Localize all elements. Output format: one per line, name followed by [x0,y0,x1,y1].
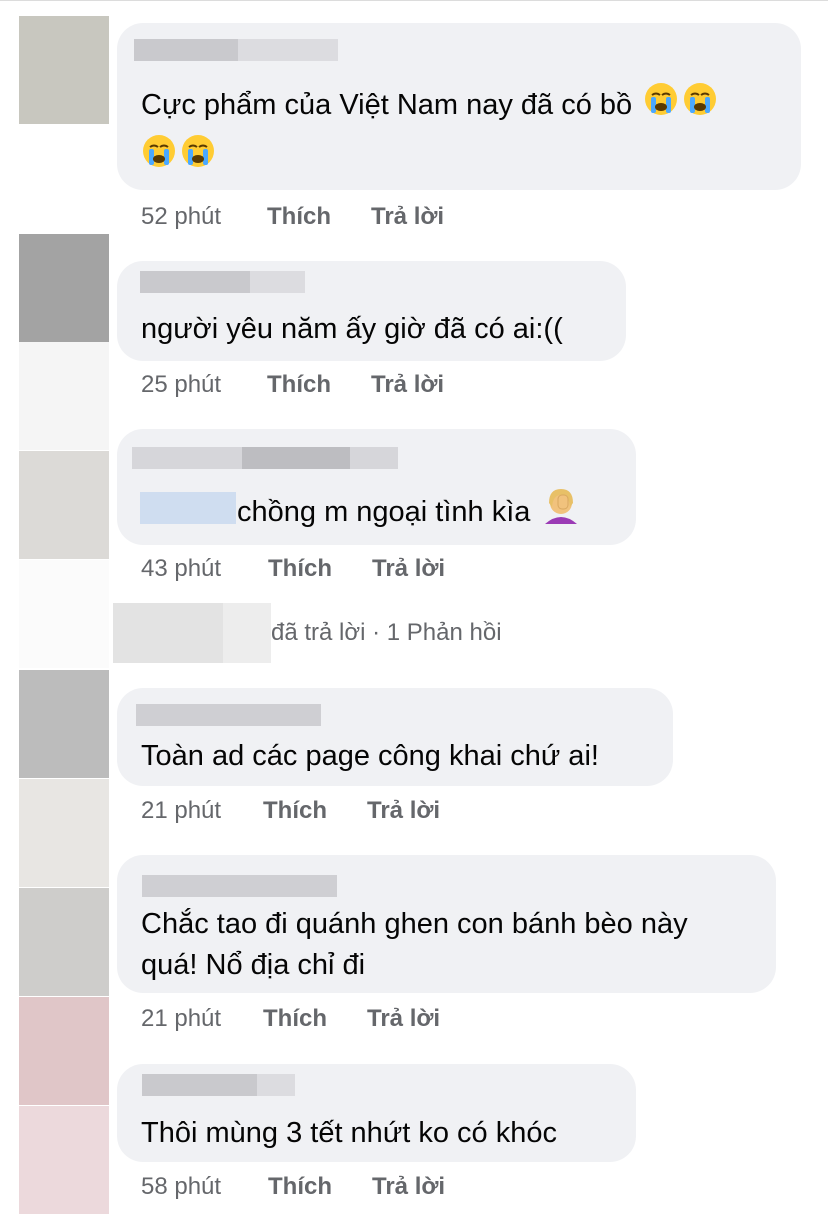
comment-timestamp[interactable]: 25 phút [141,367,221,403]
comment-actions: 43 phút Thích Trả lời [141,551,541,587]
comment-timestamp[interactable]: 21 phút [141,793,221,829]
avatar [19,779,109,887]
comment-actions: 25 phút Thích Trả lời [141,367,541,403]
avatar[interactable] [19,670,109,778]
avatar[interactable] [19,451,109,559]
crying-face-icon [643,81,679,132]
commenter-name-redacted[interactable] [142,875,337,897]
comment-text: Thôi mùng 3 tết nhứt ko có khóc [141,1117,557,1149]
comment-bubble[interactable]: Toàn ad các page công khai chứ ai! [117,688,673,786]
crying-face-icon [180,133,216,184]
comment-bubble[interactable]: Chắc tao đi quánh ghen con bánh bèo này … [117,855,776,993]
like-button[interactable]: Thích [267,199,331,235]
commenter-name-redacted[interactable] [134,39,238,61]
comment-actions: 52 phút Thích Trả lời [141,199,541,235]
like-button[interactable]: Thích [267,367,331,403]
comment-timestamp[interactable]: 52 phút [141,199,221,235]
commenter-name-redacted[interactable] [350,447,398,469]
like-button[interactable]: Thích [268,1169,332,1205]
replier-avatar-redacted [113,603,223,663]
commenter-name-redacted[interactable] [238,39,338,61]
crying-face-icon [141,133,177,184]
avatar[interactable] [19,234,109,342]
commenter-name-redacted[interactable] [250,271,305,293]
comment-text: Toàn ad các page công khai chứ ai! [141,740,599,772]
commenter-name-redacted[interactable] [140,271,250,293]
comment-actions: 21 phút Thích Trả lời [141,1001,541,1037]
avatar[interactable] [19,997,109,1105]
comment-actions: 21 phút Thích Trả lời [141,793,541,829]
reply-button[interactable]: Trả lời [372,551,445,587]
commenter-name-redacted[interactable] [242,447,350,469]
avatar [19,560,109,668]
like-button[interactable]: Thích [263,1001,327,1037]
replier-name-redacted [223,603,271,663]
reply-button[interactable]: Trả lời [371,199,444,235]
comment-text-line2: quá! Nổ địa chỉ đi [141,949,366,981]
top-divider [0,0,828,1]
reply-button[interactable]: Trả lời [367,793,440,829]
comment-timestamp[interactable]: 21 phút [141,1001,221,1037]
commenter-name-redacted[interactable] [257,1074,295,1096]
commenter-name-redacted[interactable] [136,704,321,726]
comment-actions: 58 phút Thích Trả lời [141,1169,541,1205]
avatar [19,1106,109,1214]
reply-button[interactable]: Trả lời [371,367,444,403]
comment-text: người yêu năm ấy giờ đã có ai:(( [141,313,563,345]
tagged-user-redacted[interactable] [140,492,236,524]
commenter-name-redacted[interactable] [142,1074,257,1096]
avatar [19,342,109,450]
comment-timestamp[interactable]: 58 phút [141,1169,221,1205]
comment-text: Cực phẩm của Việt Nam nay đã có bồ [141,81,718,132]
like-button[interactable]: Thích [268,551,332,587]
woman-facepalming-icon [541,486,581,541]
comment-bubble[interactable]: Cực phẩm của Việt Nam nay đã có bồ [117,23,801,190]
like-button[interactable]: Thích [263,793,327,829]
comment-text-line2 [141,133,216,184]
comment-bubble[interactable]: Thôi mùng 3 tết nhứt ko có khóc [117,1064,636,1162]
comment-bubble[interactable]: người yêu năm ấy giờ đã có ai:(( [117,261,626,361]
comment-timestamp[interactable]: 43 phút [141,551,221,587]
reply-button[interactable]: Trả lời [372,1169,445,1205]
crying-face-icon [682,81,718,132]
reply-summary-text[interactable]: đã trả lời · 1 Phản hồi [271,615,502,651]
view-replies-link[interactable]: đã trả lời · 1 Phản hồi [113,603,533,663]
comment-bubble[interactable]: chồng m ngoại tình kìa [117,429,636,545]
avatar[interactable] [19,16,109,124]
commenter-name-redacted[interactable] [132,447,242,469]
avatar[interactable] [19,888,109,996]
reply-button[interactable]: Trả lời [367,1001,440,1037]
comment-text: chồng m ngoại tình kìa [237,486,581,541]
